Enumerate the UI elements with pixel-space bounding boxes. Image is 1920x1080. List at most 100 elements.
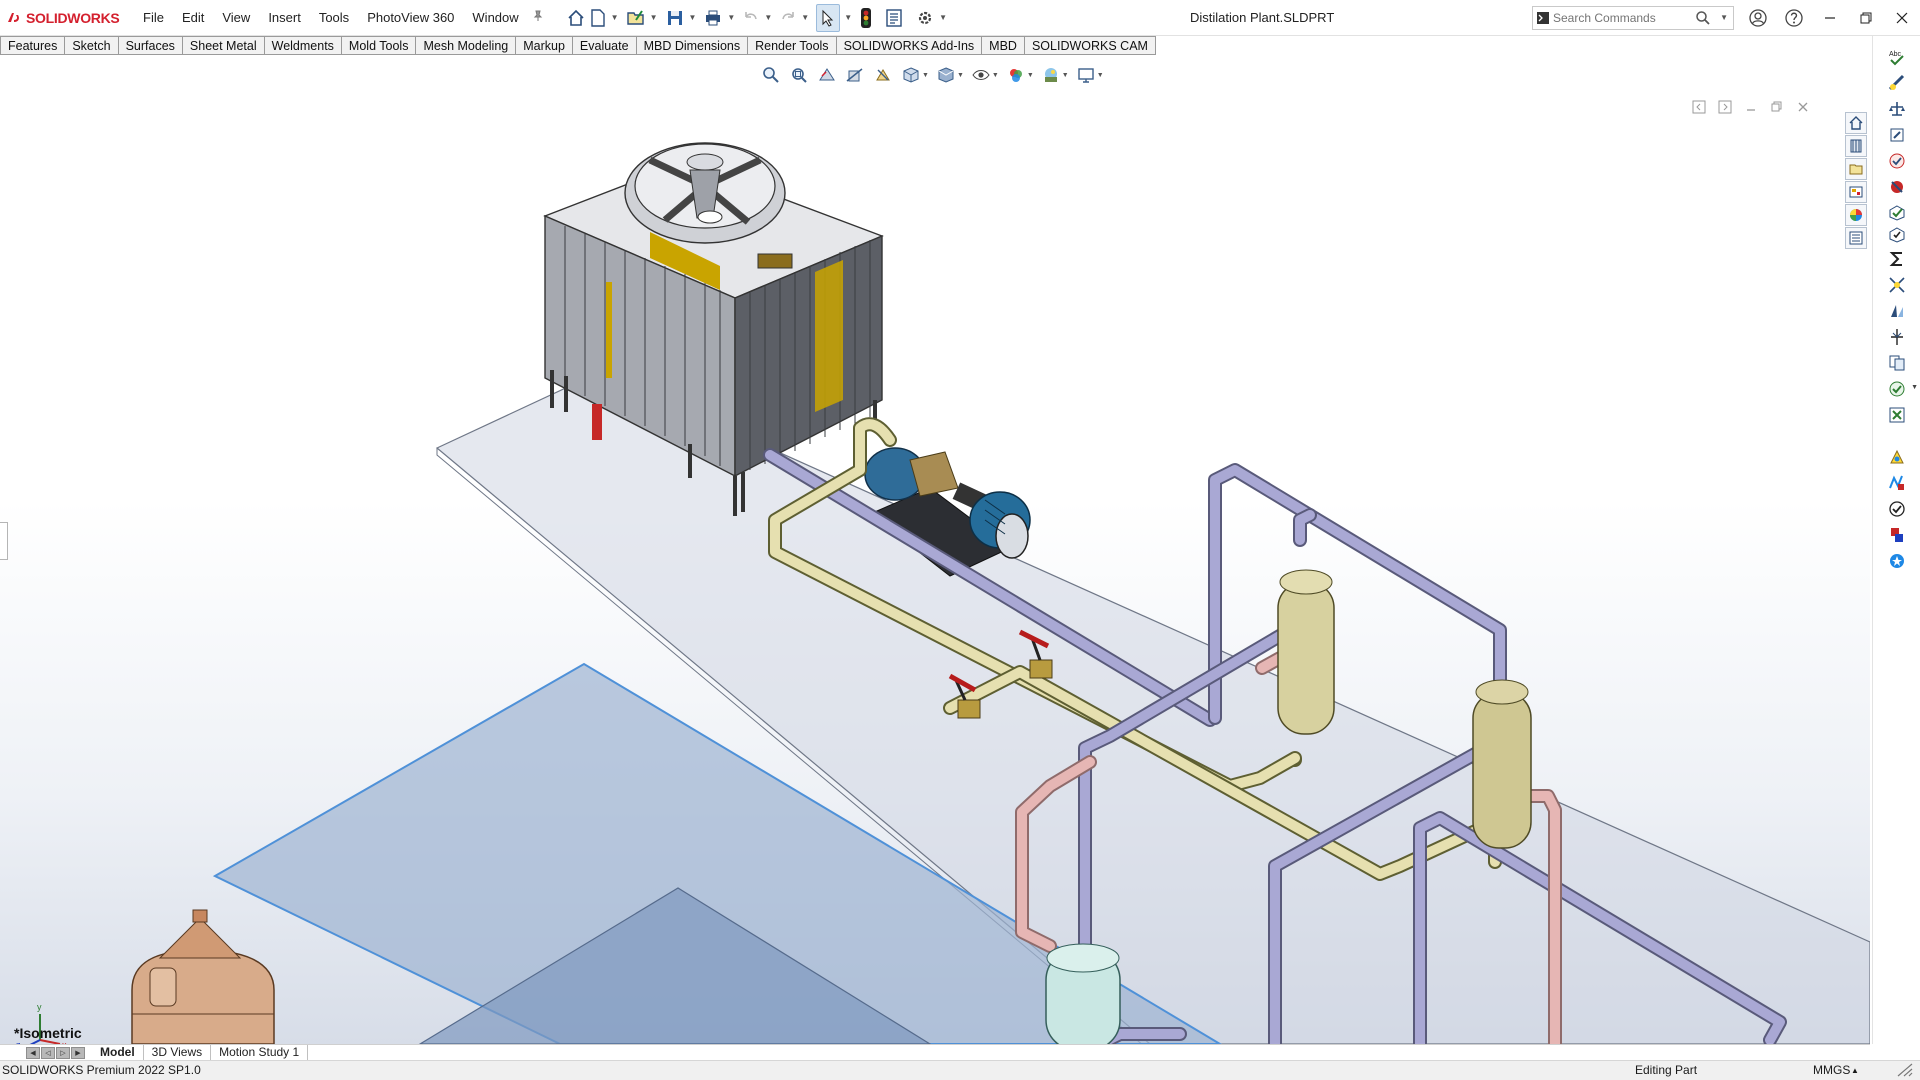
check-icon[interactable] <box>1886 150 1908 172</box>
sum-icon[interactable] <box>1886 248 1908 270</box>
vessel-2[interactable] <box>1472 679 1532 849</box>
viewport-next-icon[interactable] <box>1718 100 1732 114</box>
design-checker-icon[interactable]: ▼ <box>1886 378 1918 400</box>
view-orientation-dropdown-icon[interactable]: ▼ <box>922 72 929 79</box>
restore-icon[interactable] <box>1848 0 1884 36</box>
tab-mesh-modeling[interactable]: Mesh Modeling <box>416 36 517 55</box>
scroll-prev-icon[interactable]: ◁ <box>41 1046 55 1059</box>
open-dropdown-icon[interactable]: ▼ <box>650 13 658 22</box>
menu-tools[interactable]: Tools <box>310 0 358 36</box>
tab-features[interactable]: Features <box>0 36 66 55</box>
home-icon[interactable] <box>566 4 586 32</box>
compare-documents-icon[interactable] <box>1886 352 1908 374</box>
traffic-light-icon[interactable] <box>859 4 873 32</box>
menu-file[interactable]: File <box>134 0 173 36</box>
customize-status-bar-icon[interactable] <box>1897 1063 1913 1080</box>
tab-mbd[interactable]: MBD <box>982 36 1025 55</box>
smart-dimension-icon[interactable]: Abc <box>1886 46 1908 68</box>
costing-icon[interactable] <box>1886 446 1908 468</box>
appearances-icon[interactable] <box>1845 204 1867 226</box>
menu-photoview[interactable]: PhotoView 360 <box>358 0 463 36</box>
view-settings-dropdown-icon[interactable]: ▼ <box>1097 72 1104 79</box>
new-dropdown-icon[interactable]: ▼ <box>611 13 619 22</box>
viewport-restore-icon[interactable] <box>1770 100 1784 114</box>
file-explorer-icon[interactable] <box>1845 158 1867 180</box>
scroll-next-icon[interactable]: ▷ <box>56 1046 70 1059</box>
design-checker-dropdown-icon[interactable]: ▼ <box>1911 384 1918 391</box>
display-style-icon[interactable] <box>935 64 957 86</box>
view-palette-icon[interactable] <box>1845 181 1867 203</box>
scroll-first-icon[interactable]: ◀ <box>26 1046 40 1059</box>
apply-scene-icon[interactable] <box>1040 64 1062 86</box>
minimize-icon[interactable] <box>1812 0 1848 36</box>
geometry-analysis-icon[interactable] <box>1886 176 1908 198</box>
home-icon[interactable] <box>1845 112 1867 134</box>
print-icon[interactable] <box>703 4 723 32</box>
tab-mold-tools[interactable]: Mold Tools <box>341 36 417 55</box>
new-document-icon[interactable] <box>589 4 607 32</box>
tab-render-tools[interactable]: Render Tools <box>748 36 837 55</box>
zoom-to-fit-icon[interactable] <box>760 64 782 86</box>
display-style-dropdown-icon[interactable]: ▼ <box>957 72 964 79</box>
tab-sketch[interactable]: Sketch <box>65 36 119 55</box>
tab-3d-views[interactable]: 3D Views <box>144 1044 212 1061</box>
undo-dropdown-icon[interactable]: ▼ <box>764 13 772 22</box>
tab-sheet-metal[interactable]: Sheet Metal <box>182 36 265 55</box>
equations-icon[interactable] <box>1886 224 1908 246</box>
search-commands-box[interactable]: ▼ <box>1532 6 1734 30</box>
custom-properties-icon[interactable] <box>1845 227 1867 249</box>
options-dropdown-icon[interactable]: ▼ <box>939 13 947 22</box>
graphics-area[interactable]: ▼ ▼ ▼ ▼ ▼ ▼ y <box>0 56 1870 1044</box>
tab-surfaces[interactable]: Surfaces <box>118 36 183 55</box>
redo-icon[interactable] <box>779 4 797 32</box>
select-icon[interactable] <box>816 3 841 32</box>
symmetry-check-icon[interactable] <box>1886 326 1908 348</box>
save-icon[interactable] <box>665 4 685 32</box>
simulation-xpress-icon[interactable] <box>1886 472 1908 494</box>
sustainability-icon[interactable] <box>1886 524 1908 546</box>
deviation-analysis-icon[interactable] <box>1886 274 1908 296</box>
dynamic-annotation-icon[interactable] <box>872 64 894 86</box>
delete-face-icon[interactable] <box>1886 404 1908 426</box>
unit-system[interactable]: MMGS <box>1813 1061 1850 1080</box>
save-dropdown-icon[interactable]: ▼ <box>689 13 697 22</box>
view-orientation-icon[interactable] <box>900 64 922 86</box>
apply-scene-dropdown-icon[interactable]: ▼ <box>1062 72 1069 79</box>
zoom-to-area-icon[interactable] <box>788 64 810 86</box>
search-dropdown-icon[interactable]: ▼ <box>1720 13 1728 22</box>
tab-model[interactable]: Model <box>92 1044 144 1061</box>
mass-properties-icon[interactable] <box>1886 98 1908 120</box>
dfmxpress-icon[interactable] <box>1886 498 1908 520</box>
3d-contentcentral-icon[interactable] <box>1886 550 1908 572</box>
select-dropdown-icon[interactable]: ▼ <box>844 13 852 22</box>
redo-dropdown-icon[interactable]: ▼ <box>801 13 809 22</box>
viewport-close-icon[interactable] <box>1796 100 1810 114</box>
section-view-icon[interactable] <box>844 64 866 86</box>
options-gear-icon[interactable] <box>915 4 935 32</box>
tab-weldments[interactable]: Weldments <box>264 36 342 55</box>
vessel-3[interactable] <box>1045 943 1121 1044</box>
edit-appearance-icon[interactable] <box>1005 64 1027 86</box>
menu-view[interactable]: View <box>213 0 259 36</box>
viewport-minimize-icon[interactable] <box>1744 100 1758 114</box>
hide-show-icon[interactable] <box>970 64 992 86</box>
draft-analysis-icon[interactable] <box>1886 300 1908 322</box>
viewport-previous-icon[interactable] <box>1692 100 1706 114</box>
model-3d-scene[interactable] <box>0 56 1870 1044</box>
menu-edit[interactable]: Edit <box>173 0 213 36</box>
scroll-last-icon[interactable]: ▶ <box>71 1046 85 1059</box>
open-icon[interactable] <box>626 4 646 32</box>
feature-tree-collapse-handle[interactable] <box>0 522 8 560</box>
measure-icon[interactable] <box>1886 72 1908 94</box>
file-properties-icon[interactable] <box>884 4 904 32</box>
tab-markup[interactable]: Markup <box>516 36 573 55</box>
search-commands-input[interactable] <box>1553 11 1693 25</box>
design-library-icon[interactable] <box>1845 135 1867 157</box>
print-dropdown-icon[interactable]: ▼ <box>727 13 735 22</box>
edit-appearance-dropdown-icon[interactable]: ▼ <box>1027 72 1034 79</box>
vessel-1[interactable] <box>1277 569 1335 735</box>
pin-menu-icon[interactable] <box>532 10 550 25</box>
undo-icon[interactable] <box>742 4 760 32</box>
copper-still[interactable] <box>131 909 275 1044</box>
tab-solidworks-cam[interactable]: SOLIDWORKS CAM <box>1024 36 1156 55</box>
